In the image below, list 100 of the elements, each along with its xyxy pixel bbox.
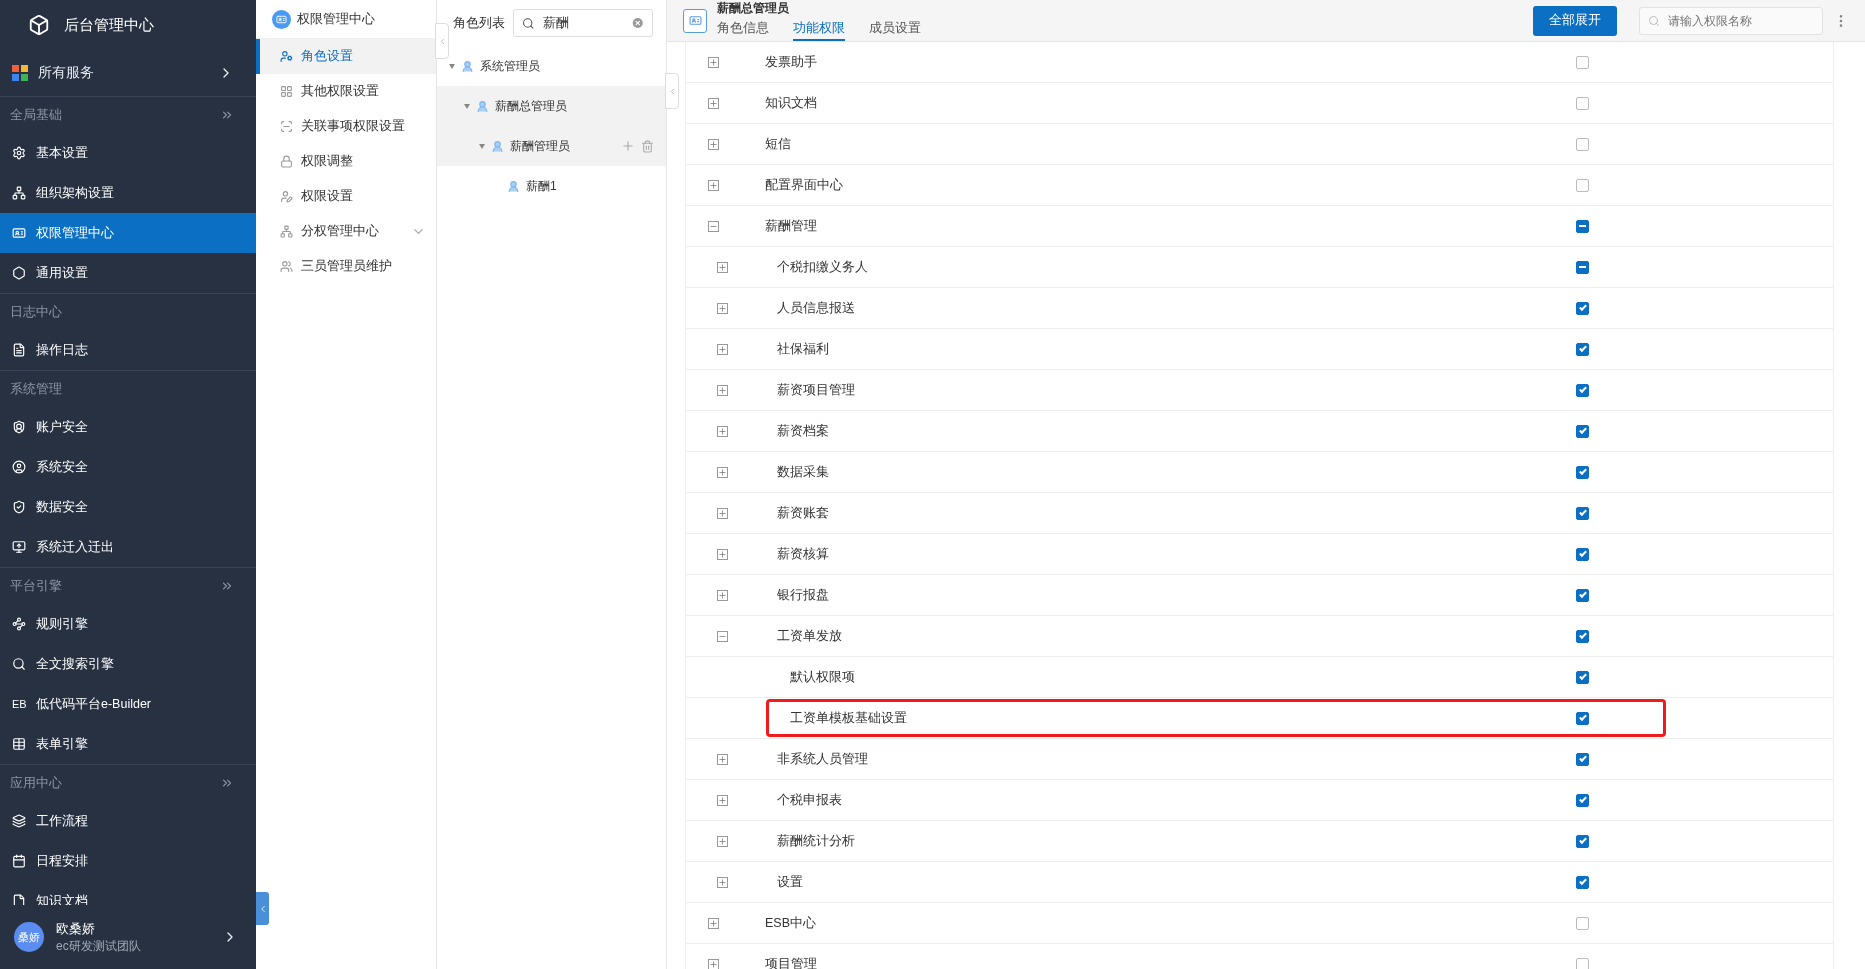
expand-icon[interactable] xyxy=(717,384,728,396)
submenu-item[interactable]: 权限设置 xyxy=(256,179,436,214)
expand-icon[interactable] xyxy=(717,302,728,314)
role-node[interactable]: 薪酬管理员 xyxy=(437,126,666,166)
sidebar-item[interactable]: 规则引擎 xyxy=(0,604,256,644)
search-field[interactable]: 请输入权限名称 xyxy=(1639,6,1823,35)
tab[interactable]: 功能权限 xyxy=(793,20,845,41)
role-node[interactable]: 系统管理员 xyxy=(437,46,666,86)
expand-icon[interactable] xyxy=(717,261,728,273)
caret-icon[interactable] xyxy=(464,103,470,109)
user-icon xyxy=(461,59,474,73)
expand-icon[interactable] xyxy=(708,56,719,68)
expand-icon[interactable] xyxy=(717,794,728,806)
search-field[interactable]: 薪酬 xyxy=(513,9,653,37)
checkbox[interactable] xyxy=(1576,219,1589,233)
expand-icon[interactable] xyxy=(717,466,728,478)
sidebar-item[interactable]: EB 低代码平台e-Builder xyxy=(0,684,256,724)
submenu-item[interactable]: 角色设置 xyxy=(256,39,436,74)
expand-icon[interactable] xyxy=(717,753,728,765)
collapse-icon[interactable] xyxy=(708,220,719,232)
role-list-title: 角色列表 xyxy=(453,14,505,32)
clear-icon[interactable] xyxy=(630,16,644,30)
sidebar-item[interactable]: 通用设置 xyxy=(0,253,256,293)
permission-label: 工资单模板基础设置 xyxy=(790,709,907,727)
expand-icon[interactable] xyxy=(708,138,719,150)
submenu-item[interactable]: 三员管理员维护 xyxy=(256,249,436,284)
expand-icon[interactable] xyxy=(717,589,728,601)
sidebar-item[interactable]: 工作流程 xyxy=(0,801,256,841)
checkbox[interactable] xyxy=(1576,178,1589,192)
sidebar-item[interactable]: 表单引擎 xyxy=(0,724,256,764)
checkbox[interactable] xyxy=(1576,793,1589,807)
submenu-item[interactable]: 关联事项权限设置 xyxy=(256,109,436,144)
shield-user-icon xyxy=(12,420,26,434)
checkbox[interactable] xyxy=(1576,547,1589,561)
checkbox[interactable] xyxy=(1576,506,1589,520)
add-icon[interactable] xyxy=(621,139,635,153)
checkbox[interactable] xyxy=(1576,301,1589,315)
checkbox[interactable] xyxy=(1576,55,1589,69)
checkbox[interactable] xyxy=(1576,834,1589,848)
collapse-handle[interactable] xyxy=(256,892,269,925)
checkbox[interactable] xyxy=(1576,465,1589,479)
search-input[interactable]: 请输入权限名称 xyxy=(1666,12,1810,29)
sidebar-item[interactable]: 操作日志 xyxy=(0,330,256,370)
expand-icon[interactable] xyxy=(717,425,728,437)
expand-icon[interactable] xyxy=(717,343,728,355)
expand-icon[interactable] xyxy=(717,548,728,560)
expand-icon[interactable] xyxy=(708,917,719,929)
trash-icon[interactable] xyxy=(641,139,654,153)
checkbox[interactable] xyxy=(1576,670,1589,684)
collapse-icon[interactable] xyxy=(717,630,728,642)
checkbox[interactable] xyxy=(1576,711,1589,725)
checkbox[interactable] xyxy=(1576,752,1589,766)
sidebar-item[interactable]: 基本设置 xyxy=(0,133,256,173)
caret-icon[interactable] xyxy=(479,143,485,149)
checkbox[interactable] xyxy=(1576,342,1589,356)
checkbox[interactable] xyxy=(1576,957,1589,969)
sidebar-item[interactable]: 权限管理中心 xyxy=(0,213,256,253)
tab[interactable]: 角色信息 xyxy=(717,20,769,41)
expand-icon[interactable] xyxy=(717,835,728,847)
checkbox[interactable] xyxy=(1576,588,1589,602)
checkbox[interactable] xyxy=(1576,424,1589,438)
checkbox[interactable] xyxy=(1576,96,1589,110)
caret-icon[interactable] xyxy=(449,63,455,69)
checkbox[interactable] xyxy=(1576,629,1589,643)
checkbox[interactable] xyxy=(1576,875,1589,889)
sidebar-item[interactable]: 组织架构设置 xyxy=(0,173,256,213)
sidebar-item[interactable]: 全文搜索引擎 xyxy=(0,644,256,684)
sidebar-item[interactable]: 系统迁入迁出 xyxy=(0,527,256,567)
role-node[interactable]: 薪酬1 xyxy=(437,166,666,206)
checkbox[interactable] xyxy=(1576,916,1589,930)
checkbox[interactable] xyxy=(1576,383,1589,397)
submenu-item[interactable]: 分权管理中心 xyxy=(256,214,436,249)
double-chevron-icon[interactable] xyxy=(220,776,234,790)
section-title: 平台引擎 xyxy=(10,577,62,595)
permission-label: 薪资项目管理 xyxy=(777,381,855,399)
expand-icon[interactable] xyxy=(717,507,728,519)
double-chevron-icon[interactable] xyxy=(220,579,234,593)
sidebar-item[interactable]: 数据安全 xyxy=(0,487,256,527)
permission-label: 人员信息报送 xyxy=(777,299,855,317)
sidebar-item[interactable]: 日程安排 xyxy=(0,841,256,881)
table-icon xyxy=(12,737,26,751)
role-node[interactable]: 薪酬总管理员 xyxy=(437,86,666,126)
submenu-item[interactable]: 权限调整 xyxy=(256,144,436,179)
expand-icon[interactable] xyxy=(708,958,719,969)
id-card-icon xyxy=(272,9,291,29)
tiles-icon xyxy=(12,65,28,81)
tab[interactable]: 成员设置 xyxy=(869,20,921,41)
expand-all-button[interactable]: 全部展开 xyxy=(1533,5,1617,36)
sidebar-item[interactable]: 账户安全 xyxy=(0,407,256,447)
submenu-item[interactable]: 其他权限设置 xyxy=(256,74,436,109)
scan-icon xyxy=(280,120,293,133)
checkbox[interactable] xyxy=(1576,137,1589,151)
sidebar-item[interactable]: 系统安全 xyxy=(0,447,256,487)
expand-icon[interactable] xyxy=(717,876,728,888)
expand-icon[interactable] xyxy=(708,97,719,109)
expand-icon[interactable] xyxy=(708,179,719,191)
double-chevron-icon[interactable] xyxy=(220,108,234,122)
all-services-item[interactable]: 所有服务 xyxy=(0,50,256,97)
permission-label: 设置 xyxy=(777,873,803,891)
checkbox[interactable] xyxy=(1576,260,1589,274)
